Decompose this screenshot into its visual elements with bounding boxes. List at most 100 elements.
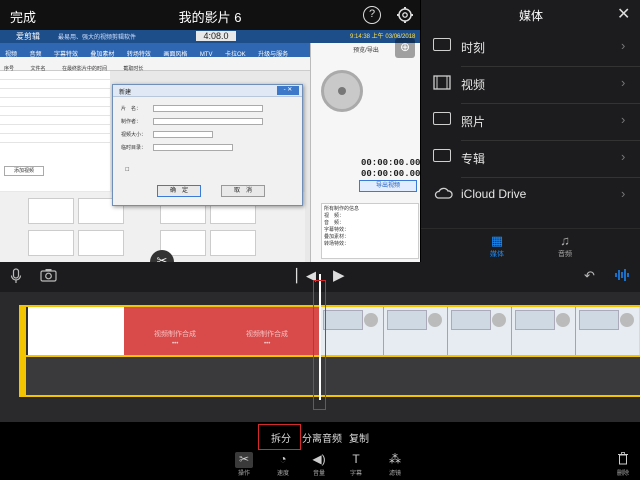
tool-volume[interactable]: ◀) 音量 [301, 452, 337, 477]
photo-icon [433, 112, 453, 128]
album-icon [433, 149, 453, 165]
tool-label: 操作 [237, 471, 250, 477]
video-clip-track[interactable]: 视频制作合成 ••• 视频制作合成 ••• [19, 305, 640, 357]
film-reel-icon [321, 70, 363, 112]
dialog-title: 新建 [119, 90, 132, 96]
chevron-right-icon: › [621, 75, 626, 90]
preview-app-menu: 视频 音频 字幕特效 叠加素材 转场特效 画面风格 MTV 卡拉OK 升级与服务 [0, 43, 310, 58]
tool-filters[interactable]: ⁂ 滤镜 [377, 452, 413, 477]
media-item-photos[interactable]: 照片 › [421, 104, 640, 141]
media-tab-icon: ▦ [490, 233, 504, 248]
audio-waveform-icon[interactable] [614, 268, 630, 285]
clip-dots: ••• [172, 341, 179, 347]
playhead-highlight [313, 280, 326, 410]
dialog-label: 视频大小： [121, 132, 147, 138]
tab-label: 媒体 [490, 251, 504, 258]
clip-segment-white[interactable] [28, 307, 124, 355]
chevron-right-icon: › [621, 186, 626, 201]
camera-icon[interactable] [40, 268, 57, 285]
dialog-cancel-button: 取 消 [221, 185, 265, 197]
clip-actions-bar: 拆分 分离音频 复制 [0, 422, 640, 450]
duplicate-button[interactable]: 复制 [349, 430, 369, 445]
icloud-icon [433, 186, 453, 202]
preview-app-columns: 序号 文件名 在最终影片中的时间 截取时长 [0, 57, 310, 72]
clip-dots: ••• [264, 341, 271, 347]
inspector-toolbar: ✂ 操作 ◔ 速度 ◀) 音量 T 字幕 ⁂ 滤镜 删除 [0, 450, 640, 480]
tool-label: 字幕 [349, 471, 362, 477]
preview-info-line: 音 频： [324, 220, 345, 226]
volume-icon: ◀) [312, 452, 326, 466]
preview-info-line: 视 频： [324, 213, 345, 219]
trash-icon [608, 452, 638, 468]
timeline[interactable]: 视频制作合成 ••• 视频制作合成 ••• [0, 274, 640, 422]
media-item-icloud[interactable]: iCloud Drive › [421, 178, 640, 215]
settings-icon[interactable] [396, 6, 414, 24]
play-icon[interactable]: ▶ [333, 266, 345, 284]
chevron-right-icon: › [621, 149, 626, 164]
media-panel: 媒体 ✕ 时刻 › 视频 › 照片 › 专辑 › iCloud Drive › … [420, 0, 640, 262]
tool-label: 滤镜 [388, 471, 401, 477]
media-item-label: 专辑 [461, 152, 486, 166]
dialog-field [153, 131, 213, 138]
close-icon[interactable]: ✕ [617, 4, 630, 24]
dialog-field [153, 144, 233, 151]
dialog-checkbox: ☐ [125, 167, 130, 173]
tab-label: 音频 [558, 251, 572, 258]
tool-titles[interactable]: T 字幕 [338, 452, 374, 477]
preview-new-project-dialog: 新建 - ✕ 片 名： 制作者： 视频大小： 临时目录： ☐ 确 定 取 消 [112, 84, 303, 206]
tool-actions[interactable]: ✂ 操作 [226, 452, 262, 477]
moments-icon [433, 38, 453, 54]
preview-app-tagline: 最易用、强大的视频剪辑软件 [58, 35, 137, 41]
video-preview[interactable]: 爱剪辑 最易用、强大的视频剪辑软件 4:08.0 9:14:38 上午 03/0… [0, 30, 420, 262]
delete-button[interactable]: 删除 [608, 452, 638, 477]
preview-time-overlay: 4:08.0 [196, 31, 236, 41]
media-item-albums[interactable]: 专辑 › [421, 141, 640, 178]
preview-info-box: 所有制作的信息 视 频： 音 频： 字幕特效： 叠加素材： 转场特效： [321, 203, 419, 259]
preview-column: 截取时长 [123, 66, 144, 72]
media-item-video[interactable]: 视频 › [421, 67, 640, 104]
tool-label: 删除 [616, 471, 629, 477]
preview-export-panel: 预览/导出 00:00:00.000 00:00:00.000 导出视频 所有制… [310, 43, 420, 262]
tool-label: 音量 [312, 471, 325, 477]
video-icon [433, 75, 453, 91]
dialog-label: 片 名： [121, 106, 142, 112]
undo-icon[interactable]: ↶ [584, 268, 595, 284]
media-item-label: 视频 [461, 78, 486, 92]
clip-label: 视频制作合成 [246, 331, 288, 338]
zoom-icon[interactable]: ⊕ [395, 38, 415, 58]
media-item-moments[interactable]: 时刻 › [421, 30, 640, 67]
audio-lane[interactable] [19, 357, 640, 397]
tab-audio[interactable]: ♫ 音频 [545, 233, 585, 259]
preview-app-titlebar: 爱剪辑 最易用、强大的视频剪辑软件 4:08.0 9:14:38 上午 03/0… [0, 30, 420, 43]
media-item-label: 照片 [461, 115, 486, 129]
tab-media[interactable]: ▦ 媒体 [477, 233, 517, 259]
scissors-icon: ✂ [235, 452, 253, 468]
clip-label: 视频制作合成 [154, 331, 196, 338]
detach-audio-button[interactable]: 分离音频 [302, 430, 342, 445]
chevron-right-icon: › [621, 38, 626, 53]
preview-info-line: 转场特效： [324, 241, 350, 247]
dialog-label: 制作者： [121, 119, 142, 125]
filters-icon: ⁂ [389, 452, 401, 466]
media-panel-title: 媒体 [518, 9, 543, 23]
clip-segment-screenshots[interactable] [319, 307, 640, 355]
music-note-icon: ♫ [560, 233, 570, 248]
microphone-icon[interactable] [10, 268, 22, 287]
media-tab-bar: ▦ 媒体 ♫ 音频 [421, 228, 640, 262]
clip-segment-red[interactable]: 视频制作合成 ••• 视频制作合成 ••• [124, 307, 319, 355]
speed-icon: ◔ [279, 452, 287, 466]
dialog-label: 临时目录： [121, 145, 147, 151]
preview-timecode: 00:00:00.000 [361, 158, 420, 168]
split-highlight [258, 424, 301, 450]
chevron-right-icon: › [621, 112, 626, 127]
preview-export-button: 导出视频 [359, 180, 417, 192]
help-icon[interactable]: ? [363, 6, 381, 24]
media-item-label: iCloud Drive [461, 187, 527, 201]
preview-info-line: 叠加素材： [324, 234, 350, 240]
tool-speed[interactable]: ◔ 速度 [265, 452, 301, 477]
dialog-field [153, 118, 263, 125]
media-item-label: 时刻 [461, 41, 486, 55]
dialog-window-controls: - ✕ [277, 86, 299, 95]
clip-trim-handle[interactable] [19, 305, 26, 397]
preview-timecode: 00:00:00.000 [361, 169, 420, 179]
